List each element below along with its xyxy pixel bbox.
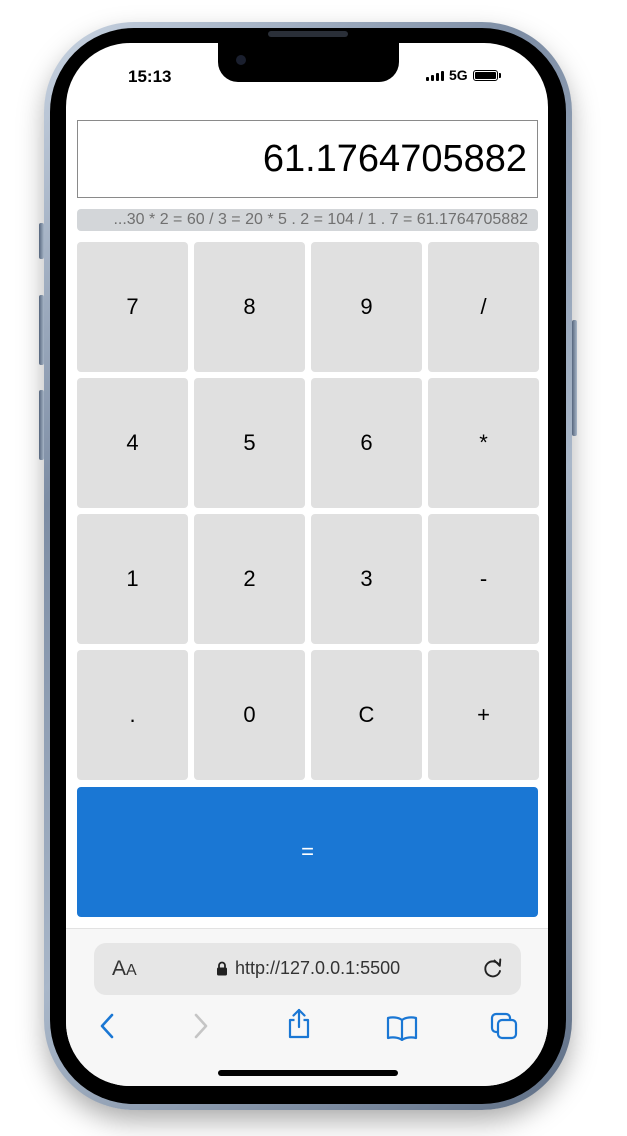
key-3[interactable]: 3 (311, 514, 422, 644)
status-indicators: 5G (426, 67, 501, 83)
key-clear[interactable]: C (311, 650, 422, 780)
text-size-label-small: A (126, 962, 137, 979)
power-button (572, 320, 577, 436)
text-size-button[interactable]: AA (112, 957, 137, 981)
calculation-history: ...30 * 2 = 60 / 3 = 20 * 5 . 2 = 104 / … (77, 209, 538, 231)
back-icon[interactable] (98, 1011, 116, 1041)
url-text: http://127.0.0.1:5500 (235, 958, 401, 978)
keypad: 7 8 9 / 4 5 6 * 1 2 3 - . 0 C + (77, 242, 539, 780)
calculator-display: 61.1764705882 (77, 120, 538, 198)
screen: 15:13 5G 61.1764705882 ...30 * 2 = 60 / … (66, 43, 548, 1086)
key-divide[interactable]: / (428, 242, 539, 372)
key-7[interactable]: 7 (77, 242, 188, 372)
signal-icon (426, 70, 444, 81)
key-4[interactable]: 4 (77, 378, 188, 508)
key-multiply[interactable]: * (428, 378, 539, 508)
volume-down-button (39, 390, 44, 460)
key-6[interactable]: 6 (311, 378, 422, 508)
equals-button[interactable]: = (77, 787, 538, 917)
address-bar[interactable]: AA http://127.0.0.1:5500 (94, 943, 521, 995)
text-size-label: A (112, 957, 127, 980)
url-field[interactable]: http://127.0.0.1:5500 (216, 958, 400, 979)
key-5[interactable]: 5 (194, 378, 305, 508)
key-decimal[interactable]: . (77, 650, 188, 780)
camera-icon (236, 55, 246, 65)
speaker-grille (268, 31, 348, 37)
key-add[interactable]: + (428, 650, 539, 780)
notch (218, 43, 399, 82)
share-icon[interactable] (286, 1007, 312, 1039)
key-subtract[interactable]: - (428, 514, 539, 644)
lock-icon (217, 961, 227, 976)
tabs-icon[interactable] (490, 1012, 518, 1040)
status-time: 15:13 (128, 67, 172, 86)
key-0[interactable]: 0 (194, 650, 305, 780)
key-9[interactable]: 9 (311, 242, 422, 372)
key-8[interactable]: 8 (194, 242, 305, 372)
page: 15:13 5G 61.1764705882 ...30 * 2 = 60 / … (0, 0, 627, 1136)
battery-icon (472, 69, 501, 81)
volume-up-button (39, 295, 44, 365)
safari-toolbar: AA http://127.0.0.1:5500 (66, 928, 548, 1086)
forward-icon[interactable] (192, 1011, 210, 1041)
key-2[interactable]: 2 (194, 514, 305, 644)
bookmarks-icon[interactable] (386, 1015, 418, 1041)
reload-icon[interactable] (482, 956, 504, 980)
network-label: 5G (449, 67, 468, 83)
mute-switch (39, 223, 44, 259)
key-1[interactable]: 1 (77, 514, 188, 644)
home-indicator (218, 1070, 398, 1076)
